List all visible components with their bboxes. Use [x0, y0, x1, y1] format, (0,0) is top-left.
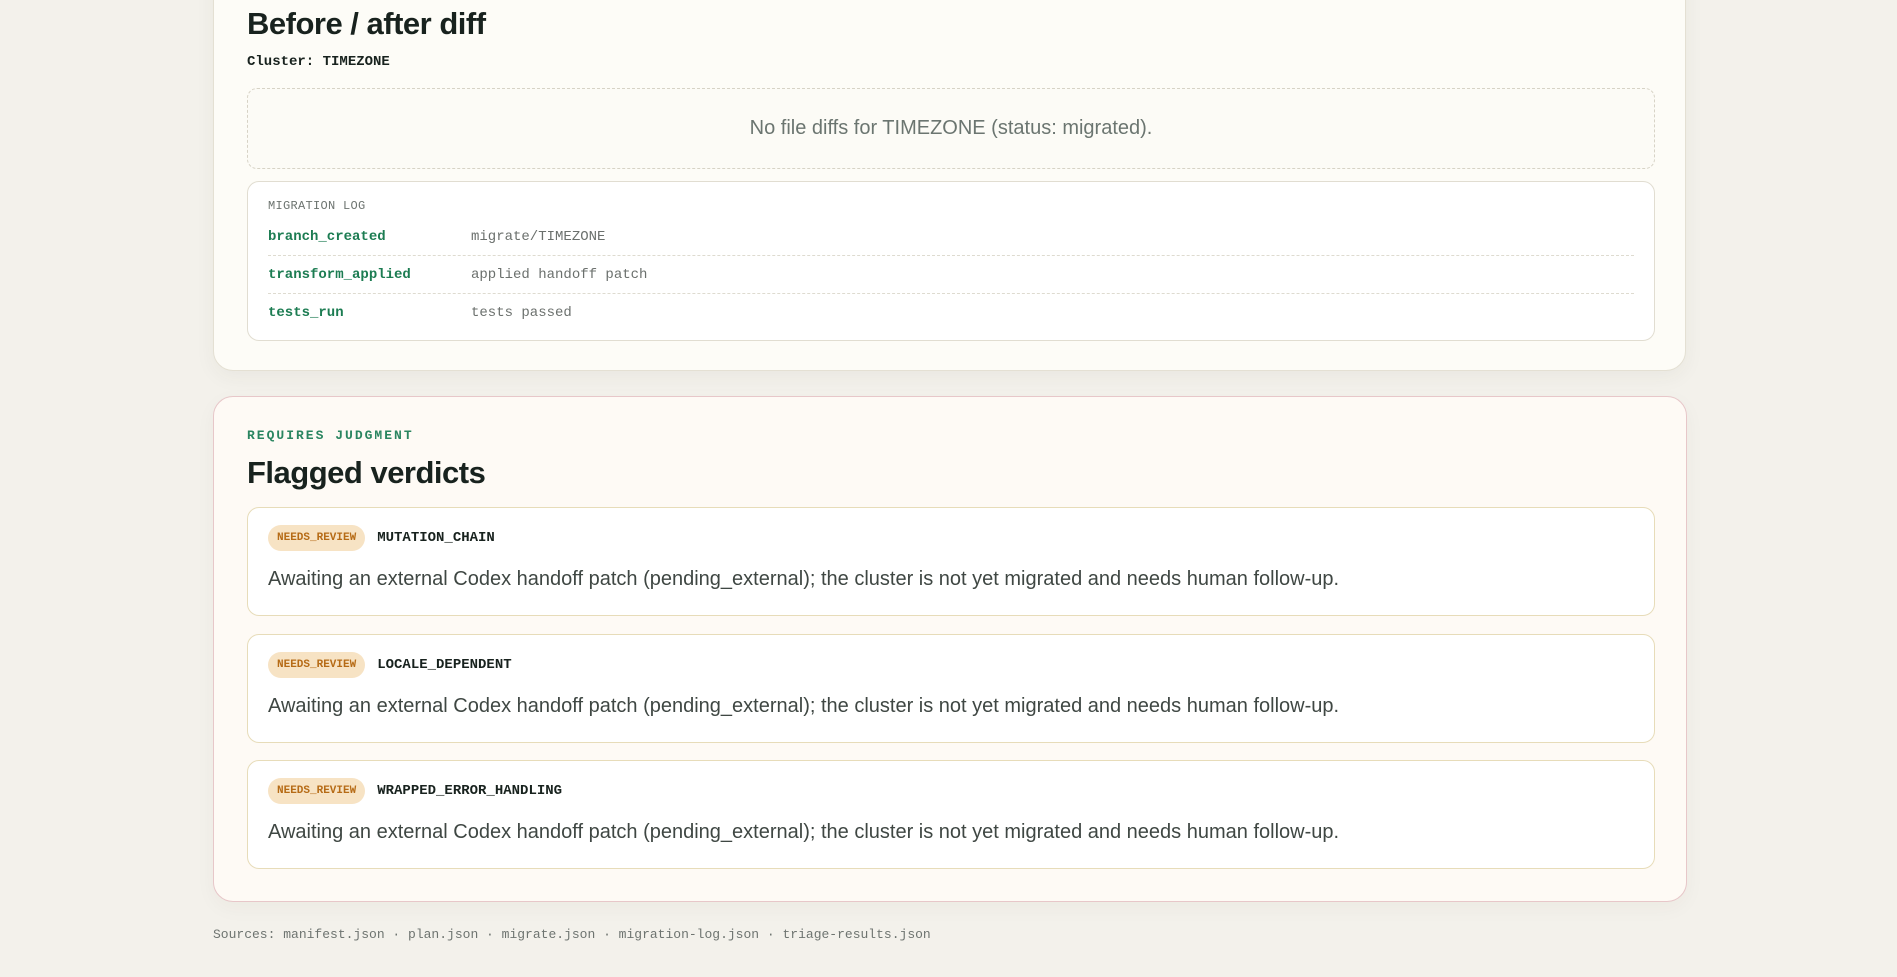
log-event-key: transform_applied: [268, 266, 411, 283]
section-eyebrow: REQUIRES JUDGMENT: [247, 428, 414, 443]
sources-footer: Sources: manifest.json · plan.json · mig…: [213, 927, 931, 942]
empty-diff-notice: No file diffs for TIMEZONE (status: migr…: [247, 88, 1655, 169]
verdict-card-header: NEEDS_REVIEW WRAPPED_ERROR_HANDLING: [268, 778, 562, 804]
log-row: transform_applied applied handoff patch: [268, 256, 1634, 294]
migration-log: MIGRATION LOG branch_created migrate/TIM…: [247, 181, 1655, 341]
log-row: tests_run tests passed: [268, 294, 1634, 331]
log-event-value: applied handoff patch: [471, 266, 648, 283]
diff-panel: Before / after diff Cluster: TIMEZONE No…: [213, 0, 1686, 371]
verdict-card-mutation-chain: NEEDS_REVIEW MUTATION_CHAIN Awaiting an …: [247, 507, 1655, 616]
diff-cluster-label: Cluster: TIMEZONE: [247, 54, 390, 70]
flagged-panel-title: Flagged verdicts: [247, 455, 486, 490]
flagged-verdicts-panel: REQUIRES JUDGMENT Flagged verdicts NEEDS…: [213, 396, 1687, 902]
log-event-value: tests passed: [471, 304, 572, 321]
log-row: branch_created migrate/TIMEZONE: [268, 218, 1634, 256]
log-event-key: branch_created: [268, 228, 386, 245]
verdict-cluster-name: MUTATION_CHAIN: [377, 530, 495, 546]
status-badge: NEEDS_REVIEW: [268, 525, 366, 551]
verdict-cluster-name: LOCALE_DEPENDENT: [377, 657, 512, 673]
verdict-card-header: NEEDS_REVIEW LOCALE_DEPENDENT: [268, 652, 512, 678]
migration-log-label: MIGRATION LOG: [268, 199, 366, 213]
verdict-description: Awaiting an external Codex handoff patch…: [268, 821, 1340, 843]
migration-log-rows: branch_created migrate/TIMEZONE transfor…: [268, 218, 1634, 331]
empty-diff-message: No file diffs for TIMEZONE (status: migr…: [749, 117, 1153, 139]
status-badge: NEEDS_REVIEW: [268, 652, 366, 678]
verdict-card-wrapped-error-handling: NEEDS_REVIEW WRAPPED_ERROR_HANDLING Awai…: [247, 760, 1655, 869]
verdict-card-header: NEEDS_REVIEW MUTATION_CHAIN: [268, 525, 495, 551]
log-event-key: tests_run: [268, 304, 344, 321]
verdict-cluster-name: WRAPPED_ERROR_HANDLING: [377, 783, 563, 799]
verdict-card-locale-dependent: NEEDS_REVIEW LOCALE_DEPENDENT Awaiting a…: [247, 634, 1655, 743]
log-event-value: migrate/TIMEZONE: [471, 228, 606, 245]
status-badge: NEEDS_REVIEW: [268, 778, 366, 804]
verdict-description: Awaiting an external Codex handoff patch…: [268, 568, 1340, 590]
diff-panel-title: Before / after diff: [247, 6, 486, 41]
verdict-description: Awaiting an external Codex handoff patch…: [268, 695, 1340, 717]
